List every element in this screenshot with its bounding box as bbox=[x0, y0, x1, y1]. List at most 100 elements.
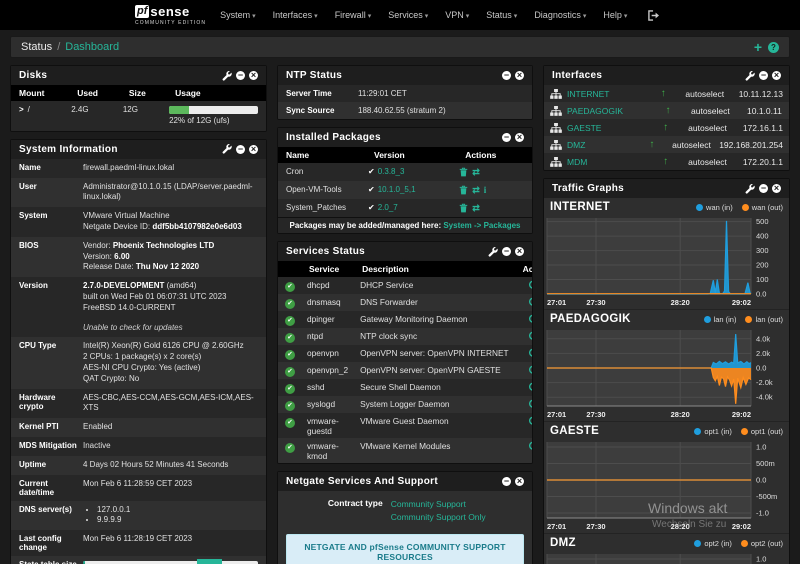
legend-item: lan (out) bbox=[745, 315, 783, 324]
menu-vpn[interactable]: VPN▾ bbox=[445, 10, 469, 20]
service-name: sshd bbox=[301, 379, 354, 396]
service-description: Gateway Monitoring Daemon bbox=[354, 311, 514, 328]
status-running-icon: ✔ bbox=[285, 401, 295, 411]
svg-text:0.0: 0.0 bbox=[756, 476, 766, 485]
interface-icon bbox=[550, 140, 562, 150]
restart-icon[interactable] bbox=[528, 297, 533, 307]
svg-text:0.0: 0.0 bbox=[756, 290, 766, 299]
legend-item: wan (out) bbox=[742, 203, 783, 212]
reinstall-icon[interactable]: ⇄ bbox=[472, 186, 480, 195]
collapse-icon[interactable]: − bbox=[759, 71, 768, 80]
restart-icon[interactable] bbox=[528, 399, 533, 409]
status-up-icon: ↑ bbox=[651, 105, 685, 116]
interface-link[interactable]: GAESTE bbox=[567, 123, 649, 133]
legend-item: opt1 (out) bbox=[741, 427, 783, 436]
chevron-right-icon[interactable]: > bbox=[19, 105, 24, 114]
support-resources-banner: NETGATE AND pfSense COMMUNITY SUPPORT RE… bbox=[286, 534, 524, 564]
trash-icon[interactable] bbox=[459, 167, 468, 177]
row-value: 2.7.0-DEVELOPMENT (amd64)built on Wed Fe… bbox=[81, 277, 266, 337]
pfsense-logo[interactable]: pf sense COMMUNITY EDITION bbox=[135, 4, 206, 26]
package-version-link[interactable]: 2.0_7 bbox=[378, 203, 398, 212]
restart-icon[interactable] bbox=[528, 348, 533, 358]
progress-bar bbox=[169, 106, 258, 114]
check-icon: ✔ bbox=[368, 203, 375, 212]
service-actions bbox=[515, 396, 533, 413]
close-icon[interactable]: × bbox=[515, 477, 524, 486]
restart-icon[interactable] bbox=[528, 314, 533, 324]
wrench-icon[interactable] bbox=[745, 71, 755, 81]
menu-interfaces[interactable]: Interfaces▾ bbox=[273, 10, 318, 20]
close-icon[interactable]: × bbox=[772, 71, 781, 80]
package-version-link[interactable]: 0.3.8_3 bbox=[378, 167, 405, 176]
collapse-icon[interactable]: − bbox=[236, 145, 245, 154]
value-line: Enabled bbox=[83, 422, 258, 433]
collapse-icon[interactable]: − bbox=[502, 133, 511, 142]
service-status: ✔ bbox=[278, 438, 301, 463]
disk-mount[interactable]: >/ bbox=[11, 101, 69, 131]
restart-icon[interactable] bbox=[528, 382, 533, 392]
collapse-icon[interactable]: − bbox=[502, 71, 511, 80]
row-value: firewall.paedml-linux.lokal bbox=[81, 159, 266, 178]
interface-link[interactable]: PAEDAGOGIK bbox=[567, 106, 651, 116]
close-icon[interactable]: × bbox=[249, 145, 258, 154]
close-icon[interactable]: × bbox=[249, 71, 258, 80]
collapse-icon[interactable]: − bbox=[502, 477, 511, 486]
menu-services[interactable]: Services▾ bbox=[388, 10, 428, 20]
value-line: QAT Crypto: No bbox=[83, 374, 258, 385]
row-value: 0% (51/198000) Show states bbox=[81, 556, 266, 564]
collapse-icon[interactable]: − bbox=[759, 184, 768, 193]
service-description: System Logger Daemon bbox=[354, 396, 514, 413]
menu-diagnostics[interactable]: Diagnostics▾ bbox=[534, 10, 586, 20]
close-icon[interactable]: × bbox=[515, 133, 524, 142]
close-icon[interactable]: × bbox=[772, 184, 781, 193]
panel-title: Disks bbox=[19, 70, 47, 81]
row-label: User bbox=[11, 178, 81, 208]
wrench-icon[interactable] bbox=[488, 247, 498, 257]
contract-type-values: Community Support Community Support Only bbox=[391, 498, 524, 524]
info-icon[interactable]: i bbox=[484, 185, 487, 195]
reinstall-icon[interactable]: ⇄ bbox=[472, 168, 480, 177]
wrench-icon[interactable] bbox=[745, 184, 755, 194]
svg-text:-4.0k: -4.0k bbox=[756, 393, 773, 402]
services-status-panel: Services Status − × Service Description … bbox=[277, 241, 533, 464]
close-icon[interactable]: × bbox=[515, 247, 524, 256]
graph-head: DMZopt2 (in)opt2 (out) bbox=[544, 535, 789, 551]
trash-icon[interactable] bbox=[459, 203, 468, 213]
package-actions: ⇄ bbox=[457, 163, 532, 181]
contract-link[interactable]: Community Support Only bbox=[391, 512, 486, 522]
value-line: AES-NI CPU Crypto: Yes (active) bbox=[83, 363, 258, 374]
restart-icon[interactable] bbox=[528, 416, 533, 426]
add-widget-icon[interactable]: + bbox=[754, 41, 762, 53]
interface-link[interactable]: MDM bbox=[567, 157, 649, 167]
contract-type-label: Contract type bbox=[286, 498, 391, 524]
collapse-icon[interactable]: − bbox=[236, 71, 245, 80]
col-used: Used bbox=[69, 85, 121, 101]
restart-icon[interactable] bbox=[528, 365, 533, 375]
sysinfo-row: UserAdministrator@10.1.0.15 (LDAP/server… bbox=[11, 178, 266, 208]
wrench-icon[interactable] bbox=[222, 71, 232, 81]
restart-icon[interactable] bbox=[528, 441, 533, 451]
service-status: ✔ bbox=[278, 277, 301, 294]
help-icon[interactable]: ? bbox=[768, 42, 779, 53]
interface-link[interactable]: DMZ bbox=[567, 140, 638, 150]
interface-link[interactable]: INTERNET bbox=[567, 89, 647, 99]
breadcrumb-page[interactable]: Dashboard bbox=[65, 41, 119, 53]
contract-link[interactable]: Community Support bbox=[391, 499, 466, 509]
wrench-icon[interactable] bbox=[222, 144, 232, 154]
package-version-link[interactable]: 10.1.0_5,1 bbox=[378, 185, 416, 194]
restart-icon[interactable] bbox=[528, 280, 533, 290]
packages-link[interactable]: System -> Packages bbox=[443, 221, 520, 230]
close-icon[interactable]: × bbox=[515, 71, 524, 80]
collapse-icon[interactable]: − bbox=[502, 247, 511, 256]
row-label: CPU Type bbox=[11, 337, 81, 388]
menu-status[interactable]: Status▾ bbox=[486, 10, 517, 20]
status-up-icon: ↑ bbox=[638, 139, 667, 150]
sign-out-icon[interactable] bbox=[647, 10, 660, 21]
menu-firewall[interactable]: Firewall▾ bbox=[335, 10, 372, 20]
trash-icon[interactable] bbox=[459, 185, 468, 195]
menu-help[interactable]: Help▾ bbox=[603, 10, 627, 20]
menu-system[interactable]: System▾ bbox=[220, 10, 256, 20]
restart-icon[interactable] bbox=[528, 331, 533, 341]
interface-icon bbox=[550, 123, 562, 133]
reinstall-icon[interactable]: ⇄ bbox=[472, 204, 480, 213]
